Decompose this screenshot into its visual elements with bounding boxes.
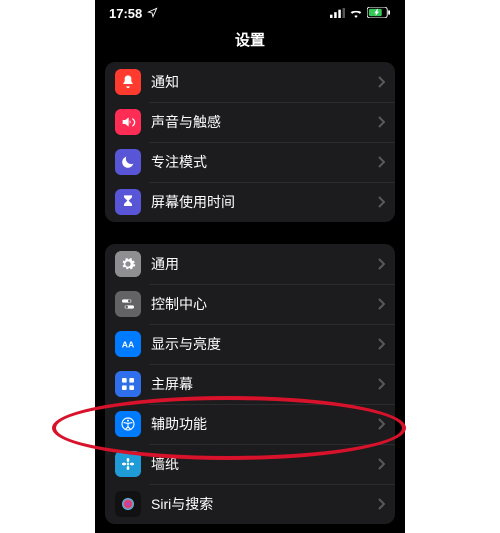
siri-icon: [115, 491, 141, 517]
battery-icon: [367, 6, 391, 21]
chevron-right-icon: [377, 338, 385, 350]
settings-group: 通用控制中心 AA 显示与亮度主屏幕辅助功能墙纸 Siri与搜索: [105, 244, 395, 524]
status-time: 17:58: [109, 6, 142, 21]
settings-row-siri[interactable]: Siri与搜索: [105, 484, 395, 524]
gear-icon: [115, 251, 141, 277]
chevron-right-icon: [377, 298, 385, 310]
phone-screen: 17:58 设置 通知声音与触感专注模式屏幕使用时间通用控制中心 AA 显示与亮度主…: [95, 0, 405, 533]
accessibility-icon: [115, 411, 141, 437]
chevron-right-icon: [377, 418, 385, 430]
settings-row-wallpaper[interactable]: 墙纸: [105, 444, 395, 484]
moon-icon: [115, 149, 141, 175]
settings-row-sounds[interactable]: 声音与触感: [105, 102, 395, 142]
settings-row-accessibility[interactable]: 辅助功能: [105, 404, 395, 444]
bell-icon: [115, 69, 141, 95]
settings-row-label: 声音与触感: [151, 112, 377, 132]
settings-scroll[interactable]: 通知声音与触感专注模式屏幕使用时间通用控制中心 AA 显示与亮度主屏幕辅助功能墙纸 S…: [95, 62, 405, 533]
speaker-icon: [115, 109, 141, 135]
location-icon: [147, 6, 158, 21]
settings-row-homescreen[interactable]: 主屏幕: [105, 364, 395, 404]
grid-icon: [115, 371, 141, 397]
settings-group: 通知声音与触感专注模式屏幕使用时间: [105, 62, 395, 222]
settings-row-screentime[interactable]: 屏幕使用时间: [105, 182, 395, 222]
settings-row-label: Siri与搜索: [151, 494, 377, 514]
chevron-right-icon: [377, 378, 385, 390]
chevron-right-icon: [377, 258, 385, 270]
settings-row-label: 屏幕使用时间: [151, 192, 377, 212]
settings-row-label: 主屏幕: [151, 374, 377, 394]
settings-row-label: 墙纸: [151, 454, 377, 474]
flower-icon: [115, 451, 141, 477]
settings-row-label: 控制中心: [151, 294, 377, 314]
switches-icon: [115, 291, 141, 317]
settings-row-label: 通知: [151, 72, 377, 92]
chevron-right-icon: [377, 458, 385, 470]
settings-row-label: 专注模式: [151, 152, 377, 172]
settings-row-display[interactable]: AA 显示与亮度: [105, 324, 395, 364]
chevron-right-icon: [377, 116, 385, 128]
aa-icon: AA: [115, 331, 141, 357]
chevron-right-icon: [377, 196, 385, 208]
signal-icon: [330, 6, 345, 21]
svg-text:AA: AA: [122, 339, 135, 349]
settings-row-notifications[interactable]: 通知: [105, 62, 395, 102]
status-bar: 17:58: [95, 0, 405, 23]
wifi-icon: [349, 6, 363, 21]
chevron-right-icon: [377, 76, 385, 88]
chevron-right-icon: [377, 156, 385, 168]
settings-row-focus[interactable]: 专注模式: [105, 142, 395, 182]
settings-row-controlcenter[interactable]: 控制中心: [105, 284, 395, 324]
settings-row-label: 辅助功能: [151, 414, 377, 434]
settings-row-label: 显示与亮度: [151, 334, 377, 354]
settings-row-label: 通用: [151, 254, 377, 274]
page-title: 设置: [95, 23, 405, 62]
hourglass-icon: [115, 189, 141, 215]
settings-row-general[interactable]: 通用: [105, 244, 395, 284]
chevron-right-icon: [377, 498, 385, 510]
